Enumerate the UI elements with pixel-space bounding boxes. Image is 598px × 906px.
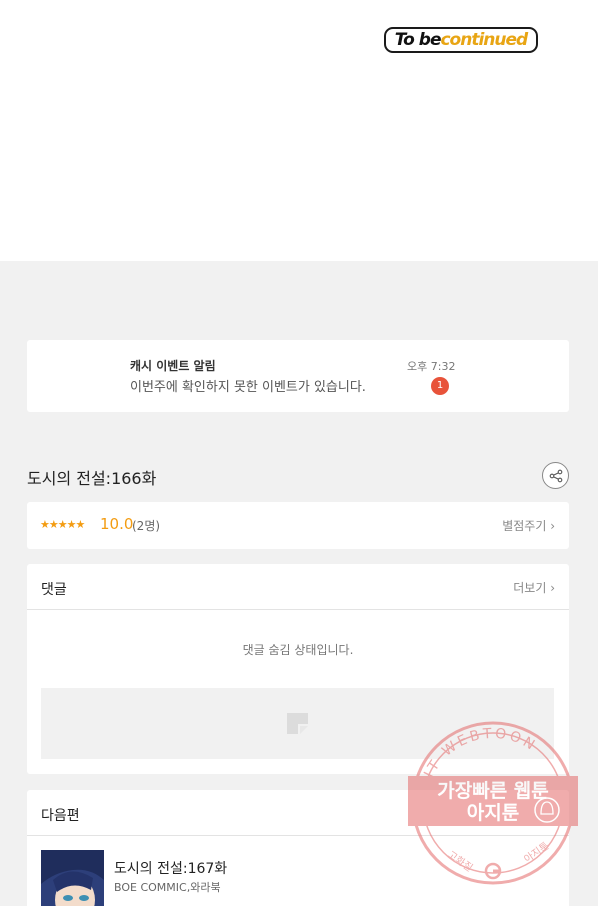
next-episode-thumbnail[interactable] <box>41 850 104 906</box>
comments-more-button[interactable]: 더보기 › <box>513 579 555 596</box>
episode-title: 도시의 전설:166화 <box>27 469 157 488</box>
rating-stars: ★★★★★ <box>40 518 85 531</box>
notification-message: 이번주에 확인하지 못한 이벤트가 있습니다. <box>130 380 366 395</box>
next-episode-author: BOE COMMIC,와라북 <box>114 881 221 894</box>
rating-score: 10.0 <box>100 515 134 533</box>
watermark-line1: 가장빠른 웹툰 <box>437 780 549 802</box>
notification-badge: 1 <box>431 377 449 395</box>
tbc-text-part1: To be <box>394 30 442 50</box>
next-episode-title[interactable]: 도시의 전설:167화 <box>114 858 227 878</box>
watermark-stamp: AGIT WEBTOON 가장빠른 웹툰 아지툰 고화질 아지툰 <box>408 721 578 885</box>
share-button[interactable] <box>542 462 569 489</box>
watermark-line2: 아지툰 <box>467 802 519 824</box>
comments-header: 댓글 더보기 › <box>27 564 569 610</box>
rate-button[interactable]: 별점주기 › <box>502 517 555 534</box>
notification-time: 오후 7:32 <box>407 360 456 373</box>
rating-count: (2명) <box>132 519 161 533</box>
image-placeholder-icon <box>287 713 308 734</box>
notification-card[interactable]: 캐시 이벤트 알림 이번주에 확인하지 못한 이벤트가 있습니다. 오후 7:3… <box>27 340 569 412</box>
viewer-bottom-area: To be continued <box>0 0 598 261</box>
thumbnail-artwork <box>41 850 104 906</box>
rating-bar: ★★★★★ 10.0 (2명) 별점주기 › <box>27 502 569 549</box>
tbc-text-part2: continued <box>440 30 528 50</box>
google-g-icon <box>484 862 502 880</box>
next-episode-heading: 다음편 <box>41 808 80 824</box>
share-icon <box>549 469 562 482</box>
comments-hidden-message: 댓글 숨김 상태입니다. <box>242 643 354 657</box>
notification-title: 캐시 이벤트 알림 <box>130 359 216 373</box>
comments-title: 댓글 <box>41 582 67 598</box>
to-be-continued-banner: To be continued <box>384 27 538 53</box>
